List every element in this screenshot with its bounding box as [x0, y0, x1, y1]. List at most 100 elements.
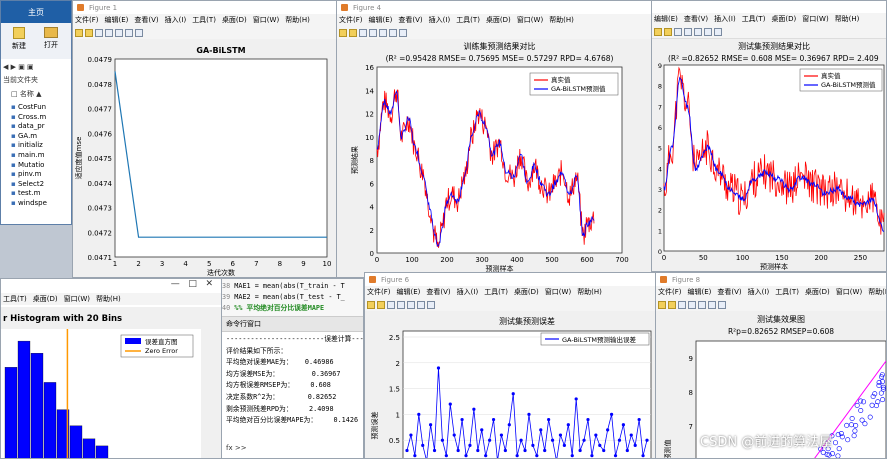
menu-item[interactable]: 插入(I): [457, 287, 479, 297]
save-icon[interactable]: [95, 28, 103, 37]
menu-item[interactable]: 文件(F): [658, 287, 682, 297]
menu-item[interactable]: 帮助(H): [577, 287, 602, 297]
menu-item[interactable]: 桌面(D): [222, 15, 247, 25]
menu-item[interactable]: 帮助(H): [868, 287, 886, 297]
menu-item[interactable]: 桌面(D): [486, 15, 511, 25]
menu-item[interactable]: 工具(T): [192, 15, 216, 25]
menu-item[interactable]: 工具(T): [3, 294, 27, 304]
file-list-item[interactable]: ▪ windspe: [11, 199, 71, 209]
file-list-item[interactable]: ▪ Mutatio: [11, 161, 71, 171]
menu-item[interactable]: 编辑(E): [397, 287, 421, 297]
pointer-icon[interactable]: [135, 28, 143, 37]
menu-item[interactable]: 帮助(H): [549, 15, 574, 25]
menu-item[interactable]: 查看(V): [426, 287, 450, 297]
file-list-item[interactable]: ▪ Select2: [11, 180, 71, 190]
menu-item[interactable]: 工具(T): [456, 15, 480, 25]
new-figure-icon[interactable]: [658, 300, 666, 309]
dock-icon[interactable]: [407, 300, 415, 309]
menu-item[interactable]: 帮助(H): [96, 294, 121, 304]
legend-icon[interactable]: [389, 28, 397, 37]
save-icon[interactable]: [359, 28, 367, 37]
menu-item[interactable]: 文件(F): [339, 15, 363, 25]
menu-item[interactable]: 工具(T): [484, 287, 508, 297]
legend-icon[interactable]: [708, 300, 716, 309]
menu-item[interactable]: 文件(F): [75, 15, 99, 25]
pointer-icon[interactable]: [718, 300, 726, 309]
open-button[interactable]: 打开: [35, 27, 67, 55]
menu-item[interactable]: 帮助(H): [285, 15, 310, 25]
new-button[interactable]: 新建: [3, 27, 35, 55]
file-list-item[interactable]: ▪ GA.m: [11, 132, 71, 142]
menu-item[interactable]: 工具(T): [775, 287, 799, 297]
open-icon[interactable]: [668, 300, 676, 309]
save-icon[interactable]: [674, 27, 682, 36]
file-list-item[interactable]: ▪ CostFun: [11, 103, 71, 113]
dock-icon[interactable]: [698, 300, 706, 309]
y-tick-label: 0.5: [389, 437, 400, 445]
menu-item[interactable]: 桌面(D): [33, 294, 58, 304]
open-icon[interactable]: [377, 300, 385, 309]
file-list-item[interactable]: ▪ pinv.m: [11, 170, 71, 180]
menu-item[interactable]: 窗口(W): [517, 15, 543, 25]
menu-item[interactable]: 窗口(W): [64, 294, 90, 304]
menu-item[interactable]: 窗口(W): [802, 14, 828, 24]
new-figure-icon[interactable]: [339, 28, 347, 37]
menu-item[interactable]: 编辑(E): [369, 15, 393, 25]
menu-item[interactable]: 编辑(E): [688, 287, 712, 297]
file-list-item[interactable]: ▪ test.m: [11, 189, 71, 199]
pointer-icon[interactable]: [399, 28, 407, 37]
home-tab[interactable]: 主页: [1, 1, 71, 23]
menu-item[interactable]: 桌面(D): [805, 287, 830, 297]
menu-item[interactable]: 窗口(W): [545, 287, 571, 297]
file-list-item[interactable]: ▪ main.m: [11, 151, 71, 161]
menu-item[interactable]: 查看(V): [717, 287, 741, 297]
open-icon[interactable]: [349, 28, 357, 37]
legend-icon[interactable]: [704, 27, 712, 36]
print-icon[interactable]: [688, 300, 696, 309]
print-icon[interactable]: [397, 300, 405, 309]
menu-item[interactable]: 帮助(H): [835, 14, 860, 24]
command-output[interactable]: ------------------------误差计算----- 评价结果如下所…: [222, 332, 363, 429]
menu-item[interactable]: 插入(I): [429, 15, 451, 25]
maximize-icon[interactable]: □: [188, 279, 197, 289]
save-icon[interactable]: [387, 300, 395, 309]
menu-item[interactable]: 插入(I): [714, 14, 736, 24]
menu-item[interactable]: 窗口(W): [253, 15, 279, 25]
fig1-chart: GA-BiLSTM 1 2 3 4 5 6 7 8 9 10 0.0471 0.0472 0.0473 0.…: [73, 39, 336, 277]
menu-item[interactable]: 工具(T): [742, 14, 766, 24]
pointer-icon[interactable]: [714, 27, 722, 36]
open-icon[interactable]: [664, 27, 672, 36]
print-icon[interactable]: [369, 28, 377, 37]
print-icon[interactable]: [105, 28, 113, 37]
print-icon[interactable]: [684, 27, 692, 36]
file-list-item[interactable]: ▪ data_pr: [11, 122, 71, 132]
name-column-header[interactable]: □ 名称 ▲: [1, 85, 71, 103]
menu-item[interactable]: 文件(F): [367, 287, 391, 297]
file-list-item[interactable]: ▪ Cross.m: [11, 113, 71, 123]
menu-item[interactable]: 插入(I): [748, 287, 770, 297]
command-prompt[interactable]: fx >>: [226, 444, 247, 452]
open-icon[interactable]: [85, 28, 93, 37]
dock-icon[interactable]: [115, 28, 123, 37]
menu-item[interactable]: 查看(V): [684, 14, 708, 24]
close-icon[interactable]: ✕: [205, 279, 213, 289]
menu-item[interactable]: 编辑(E): [105, 15, 129, 25]
dock-icon[interactable]: [379, 28, 387, 37]
dock-icon[interactable]: [694, 27, 702, 36]
menu-item[interactable]: 查看(V): [398, 15, 422, 25]
minimize-icon[interactable]: —: [171, 279, 180, 289]
legend-icon[interactable]: [417, 300, 425, 309]
menu-item[interactable]: 插入(I): [165, 15, 187, 25]
new-figure-icon[interactable]: [367, 300, 375, 309]
menu-item[interactable]: 桌面(D): [514, 287, 539, 297]
pointer-icon[interactable]: [427, 300, 435, 309]
legend-icon[interactable]: [125, 28, 133, 37]
menu-item[interactable]: 查看(V): [134, 15, 158, 25]
new-figure-icon[interactable]: [75, 28, 83, 37]
menu-item[interactable]: 桌面(D): [771, 14, 796, 24]
save-icon[interactable]: [678, 300, 686, 309]
menu-item[interactable]: 窗口(W): [836, 287, 862, 297]
file-list-item[interactable]: ▪ initializ: [11, 141, 71, 151]
menu-item[interactable]: 编辑(E): [654, 14, 678, 24]
new-figure-icon[interactable]: [654, 27, 662, 36]
